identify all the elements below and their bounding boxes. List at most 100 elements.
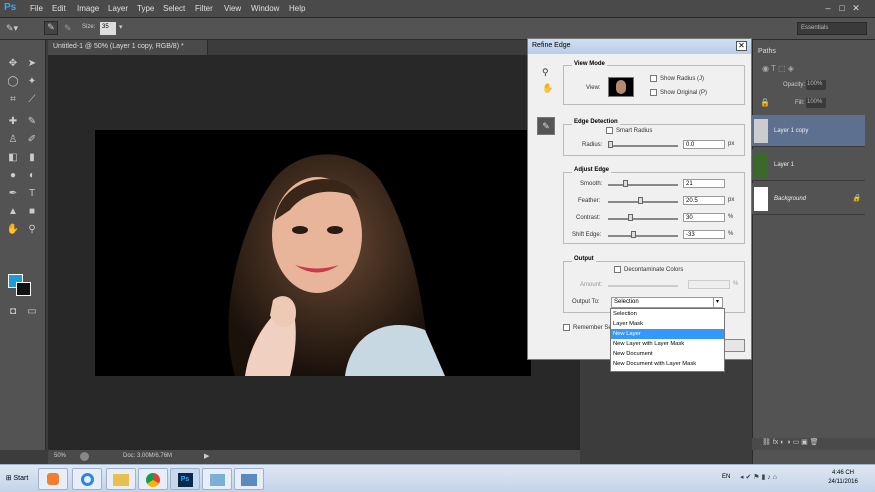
hand-icon[interactable]: ✋ — [542, 83, 553, 94]
shift-edge-input[interactable]: -33 — [683, 230, 725, 239]
menu-help[interactable]: Help — [289, 4, 305, 13]
contrast-slider-knob[interactable] — [628, 214, 633, 221]
screen-mode-icon[interactable]: ▭ — [24, 304, 40, 319]
fill-input[interactable]: 100% — [806, 98, 826, 108]
remember-settings-checkbox[interactable] — [563, 324, 570, 331]
output-to-select[interactable]: Selection ▾ — [611, 297, 723, 308]
feather-input[interactable]: 20.5 — [683, 196, 725, 205]
pen-icon[interactable]: ✒ — [5, 186, 21, 201]
language-indicator[interactable]: EN — [722, 474, 730, 480]
tab-paths[interactable]: Paths — [758, 48, 776, 55]
radius-slider-knob[interactable] — [608, 141, 613, 148]
feather-slider[interactable] — [608, 201, 678, 203]
menu-view[interactable]: View — [224, 4, 241, 13]
rectangle-icon[interactable]: ■ — [24, 204, 40, 219]
dropdown-option[interactable]: New Layer with Layer Mask — [611, 339, 724, 349]
zoom-icon[interactable]: ⚲ — [542, 67, 549, 78]
chevron-down-icon[interactable]: ▾ — [713, 298, 721, 307]
view-mode-selector[interactable] — [608, 77, 634, 97]
app-icon[interactable] — [202, 468, 232, 490]
menu-edit[interactable]: Edit — [52, 4, 66, 13]
layer-filter-icons[interactable]: ◉ T ⬚ ◈ — [762, 64, 794, 73]
menu-type[interactable]: Type — [137, 4, 154, 13]
show-original-checkbox[interactable] — [650, 89, 657, 96]
cancel-button[interactable] — [724, 339, 745, 352]
refine-radius-tool-icon[interactable]: ✎ — [537, 117, 555, 135]
menu-select[interactable]: Select — [163, 4, 185, 13]
internet-explorer-icon[interactable] — [72, 468, 102, 490]
photoshop-taskbar-icon[interactable]: Ps — [170, 468, 200, 490]
gradient-icon[interactable]: ▮ — [24, 150, 40, 165]
refine-radius-icon[interactable]: ✎ — [44, 21, 58, 35]
lasso-icon[interactable]: ◯ — [5, 74, 21, 89]
path-selection-icon[interactable]: ▲ — [5, 204, 21, 219]
start-button[interactable]: ⊞ Start — [2, 468, 32, 490]
shift-edge-slider[interactable] — [608, 235, 678, 237]
document-tab[interactable]: Untitled-1 @ 50% (Layer 1 copy, RGB/8) * — [48, 40, 208, 55]
layer-row[interactable]: Layer 1 copy — [752, 115, 865, 147]
amount-input[interactable] — [688, 280, 730, 289]
zoom-level[interactable]: 50% — [54, 453, 66, 459]
zoom-icon[interactable]: ⚲ — [24, 222, 40, 237]
canvas-image[interactable] — [95, 130, 531, 376]
arrow-tool-icon[interactable]: ➤ — [24, 56, 40, 71]
workspace-select[interactable]: Essentials — [797, 22, 867, 35]
clone-stamp-icon[interactable]: ♙ — [5, 132, 21, 147]
contrast-slider[interactable] — [608, 218, 678, 220]
feather-slider-knob[interactable] — [638, 197, 643, 204]
smooth-input[interactable]: 21 — [683, 179, 725, 188]
panel-action-icons[interactable]: ⛓ fx ◐ ◑ ▭ ▣ 🗑 — [762, 439, 819, 446]
media-player-icon[interactable] — [38, 468, 68, 490]
chrome-icon[interactable] — [138, 468, 168, 490]
menu-file[interactable]: File — [30, 4, 43, 13]
menu-window[interactable]: Window — [251, 4, 279, 13]
amount-slider[interactable] — [608, 285, 678, 287]
history-brush-icon[interactable]: ✐ — [24, 132, 40, 147]
minimize-button[interactable]: – — [821, 3, 835, 13]
dodge-icon[interactable]: ◐ — [24, 168, 40, 183]
dropdown-option[interactable]: Layer Mask — [611, 319, 724, 329]
dropdown-option[interactable]: New Document — [611, 349, 724, 359]
status-info-icon[interactable] — [80, 452, 89, 461]
layer-row[interactable]: Background 🔒 — [752, 183, 865, 215]
hand-icon[interactable]: ✋ — [5, 222, 21, 237]
show-radius-checkbox[interactable] — [650, 75, 657, 82]
type-icon[interactable]: T — [24, 186, 40, 201]
layer-row[interactable]: Layer 1 — [752, 149, 865, 181]
tray-icons[interactable]: ◂ ✔ ⚑ ▮ ♪ ⌂ — [740, 473, 777, 481]
maximize-button[interactable]: □ — [835, 3, 849, 13]
decontaminate-checkbox[interactable] — [614, 266, 621, 273]
smart-radius-checkbox[interactable] — [606, 127, 613, 134]
opacity-input[interactable]: 100% — [806, 80, 826, 90]
brush-tool-icon[interactable]: ✎▾ — [6, 23, 18, 34]
crop-icon[interactable]: ⌗ — [5, 92, 21, 107]
image-viewer-icon[interactable] — [234, 468, 264, 490]
blur-icon[interactable]: ● — [5, 168, 21, 183]
smooth-slider[interactable] — [608, 184, 678, 186]
background-color-swatch[interactable] — [16, 282, 31, 296]
dropdown-option[interactable]: Selection — [611, 309, 724, 319]
shift-edge-slider-knob[interactable] — [631, 231, 636, 238]
menu-filter[interactable]: Filter — [195, 4, 213, 13]
close-window-button[interactable]: ✕ — [849, 3, 863, 13]
erase-refinements-icon[interactable]: ✎ — [64, 23, 72, 34]
size-input[interactable]: 35 — [100, 22, 116, 35]
eraser-icon[interactable]: ◧ — [5, 150, 21, 165]
dropdown-option[interactable]: New Document with Layer Mask — [611, 359, 724, 369]
close-icon[interactable]: ✕ — [736, 41, 747, 51]
menu-layer[interactable]: Layer — [108, 4, 128, 13]
dropdown-option-selected[interactable]: New Layer — [611, 329, 724, 339]
quick-mask-icon[interactable]: ◘ — [5, 304, 21, 319]
eyedropper-icon[interactable]: ⟋ — [24, 92, 40, 107]
healing-brush-icon[interactable]: ✚ — [5, 114, 21, 129]
radius-input[interactable]: 0.0 — [683, 140, 725, 149]
radius-slider[interactable] — [608, 145, 678, 147]
lock-icon[interactable]: 🔒 — [760, 98, 770, 107]
magic-wand-icon[interactable]: ✦ — [24, 74, 40, 89]
smooth-slider-knob[interactable] — [623, 180, 628, 187]
menu-image[interactable]: Image — [77, 4, 99, 13]
brush-icon[interactable]: ✎ — [24, 114, 40, 129]
clock[interactable]: 4:46 CH 24/11/2016 — [818, 469, 868, 487]
contrast-input[interactable]: 30 — [683, 213, 725, 222]
move-tool-icon[interactable]: ✥ — [5, 56, 21, 71]
